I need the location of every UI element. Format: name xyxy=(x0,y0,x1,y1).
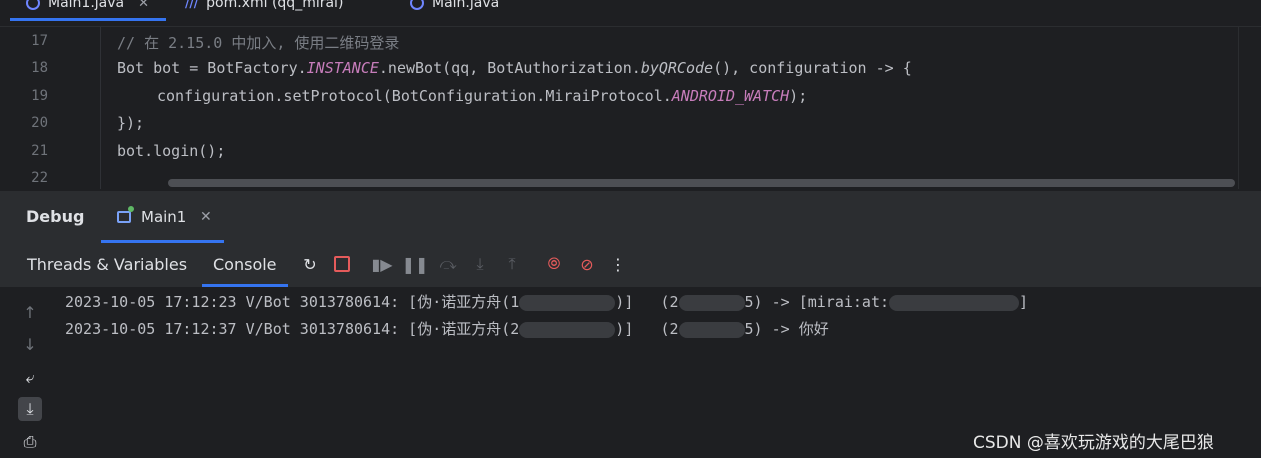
code-line-20: }); xyxy=(117,114,145,132)
mute-breakpoints-icon[interactable]: ⊘ xyxy=(576,253,598,275)
line-number: 20 xyxy=(31,115,48,131)
console-side-toolbar: ↑ ↓ ⤶ ⤓ ⎙ xyxy=(12,288,48,458)
redacted-block xyxy=(678,294,745,311)
tab-threads-variables[interactable]: Threads & Variables xyxy=(27,255,187,274)
step-into-icon[interactable]: ⤓ xyxy=(469,253,491,275)
redacted-block xyxy=(678,321,745,338)
scroll-to-end-icon[interactable]: ⤓ xyxy=(18,397,42,421)
active-tab-indicator xyxy=(10,18,166,21)
rerun-icon[interactable]: ↻ xyxy=(299,253,321,275)
stop-icon[interactable] xyxy=(331,253,353,275)
tab-label: pom.xml (qq_mirai) xyxy=(206,0,344,11)
more-icon[interactable]: ⋮ xyxy=(607,253,629,275)
step-over-icon[interactable]: ⤼ xyxy=(437,253,459,275)
debug-session-tab[interactable]: Main1 ✕ xyxy=(101,191,224,243)
tab-label: Main1.java xyxy=(48,0,125,11)
tab-label: Main.java xyxy=(432,0,500,11)
pause-icon[interactable]: ❚❚ xyxy=(402,253,429,275)
watermark: CSDN @喜欢玩游戏的大尾巴狼 xyxy=(973,433,1214,453)
session-tab-label: Main1 xyxy=(141,208,187,226)
editor-tab-strip: Main1.java ✕ /// pom.xml (qq_mirai) Main… xyxy=(0,0,1261,27)
tab-main1-java[interactable]: Main1.java ✕ xyxy=(26,0,149,14)
code-editor[interactable]: 17 18 19 20 21 22 // 在 2.15.0 中加入, 使用二维码… xyxy=(0,27,1261,189)
soft-wrap-icon[interactable]: ⤶ xyxy=(18,366,42,390)
active-tab-indicator xyxy=(202,284,288,287)
tab-pom-xml[interactable]: /// pom.xml (qq_mirai) xyxy=(185,0,343,14)
debug-title: Debug xyxy=(26,207,85,226)
console-line: 2023-10-05 17:12:37 V/Bot 3013780614: [伪… xyxy=(65,320,829,338)
console-line: 2023-10-05 17:12:23 V/Bot 3013780614: [伪… xyxy=(65,293,1029,311)
debug-tool-window-header: Debug Main1 ✕ xyxy=(0,190,1261,243)
line-number: 21 xyxy=(31,143,48,159)
down-arrow-icon[interactable]: ↓ xyxy=(18,332,42,356)
line-number-gutter: 17 18 19 20 21 22 xyxy=(0,27,60,189)
tab-console[interactable]: Console xyxy=(213,255,277,274)
maven-icon: /// xyxy=(185,0,199,10)
resume-icon[interactable]: ▮▶ xyxy=(371,253,393,275)
line-number: 17 xyxy=(31,33,48,49)
indent-guide xyxy=(100,27,101,189)
up-arrow-icon[interactable]: ↑ xyxy=(18,300,42,324)
code-line-21: bot.login(); xyxy=(117,142,226,160)
horizontal-scrollbar[interactable] xyxy=(168,179,1235,187)
redacted-block xyxy=(519,321,616,338)
print-icon[interactable]: ⎙ xyxy=(18,430,42,454)
view-breakpoints-icon[interactable]: ⦾ xyxy=(543,253,565,275)
run-config-icon xyxy=(117,211,131,223)
editor-right-divider xyxy=(1238,27,1239,189)
line-number: 22 xyxy=(31,170,48,186)
debug-toolbar: Threads & Variables Console ↻ ▮▶ ❚❚ ⤼ ⤓ … xyxy=(0,243,1261,288)
tab-main-java[interactable]: Main.java xyxy=(410,0,499,14)
close-icon[interactable]: ✕ xyxy=(200,209,212,225)
step-out-icon[interactable]: ⤒ xyxy=(501,253,523,275)
code-line-18: Bot bot = BotFactory.INSTANCE.newBot(qq,… xyxy=(117,59,912,77)
java-class-icon xyxy=(410,0,424,10)
java-class-icon xyxy=(26,0,40,10)
running-indicator-icon xyxy=(128,206,134,212)
close-icon[interactable]: ✕ xyxy=(138,0,149,11)
code-line-17: // 在 2.15.0 中加入, 使用二维码登录 xyxy=(117,34,400,52)
line-number: 19 xyxy=(31,88,48,104)
redacted-block xyxy=(519,294,616,311)
line-number: 18 xyxy=(31,60,48,76)
code-line-19: configuration.setProtocol(BotConfigurati… xyxy=(157,87,808,105)
redacted-block xyxy=(889,294,1020,311)
